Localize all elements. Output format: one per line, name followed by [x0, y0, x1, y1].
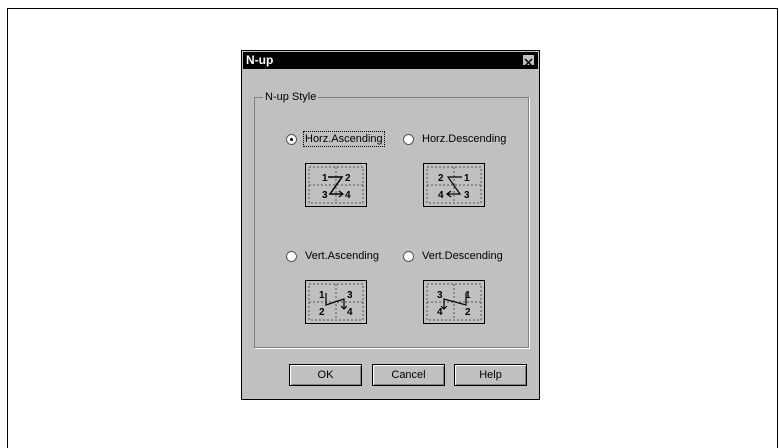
- vert-descending-radio[interactable]: [403, 250, 414, 262]
- vert-ascending-label: Vert.Ascending: [305, 250, 379, 262]
- close-button[interactable]: [522, 54, 535, 67]
- title-bar: N-up: [243, 52, 538, 69]
- nup-dialog: N-up N-up Style Horz.Ascending 1 2 3 4 H…: [241, 50, 540, 400]
- page-num: 1: [319, 290, 325, 301]
- ok-button[interactable]: OK: [289, 364, 362, 386]
- help-button[interactable]: Help: [454, 364, 527, 386]
- horz-descending-option[interactable]: Horz.Descending: [403, 131, 507, 147]
- page-num: 2: [465, 307, 471, 318]
- vert-descending-option[interactable]: Vert.Descending: [403, 248, 504, 264]
- horz-ascending-icon: 1 2 3 4: [305, 163, 367, 207]
- page-num: 4: [438, 190, 444, 201]
- page-num: 4: [345, 190, 351, 201]
- page-num: 4: [347, 307, 353, 318]
- vert-ascending-option[interactable]: Vert.Ascending: [286, 248, 380, 264]
- page-num: 2: [319, 307, 325, 318]
- page-num: 2: [345, 173, 351, 184]
- page-num: 1: [322, 173, 328, 184]
- close-icon: [524, 58, 533, 67]
- page-num: 3: [347, 290, 353, 301]
- vert-descending-icon: 3 1 4 2: [423, 280, 485, 324]
- horz-descending-icon: 2 1 4 3: [423, 163, 485, 207]
- page-num: 3: [464, 190, 470, 201]
- horz-ascending-label: Horz.Ascending: [303, 131, 385, 147]
- group-label: N-up Style: [263, 90, 319, 104]
- page-num: 1: [464, 173, 470, 184]
- horz-ascending-radio[interactable]: [286, 133, 297, 145]
- horz-ascending-option[interactable]: Horz.Ascending: [286, 131, 385, 147]
- vert-ascending-radio[interactable]: [286, 250, 297, 262]
- dialog-title: N-up: [246, 53, 274, 67]
- horz-descending-label: Horz.Descending: [422, 133, 507, 145]
- page-num: 3: [322, 190, 328, 201]
- vert-descending-label: Vert.Descending: [422, 250, 503, 262]
- page-num: 4: [437, 307, 443, 318]
- vert-ascending-icon: 1 3 2 4: [305, 280, 367, 324]
- horz-descending-radio[interactable]: [403, 133, 414, 145]
- page-num: 2: [438, 173, 444, 184]
- page-num: 3: [437, 290, 443, 301]
- cancel-button[interactable]: Cancel: [372, 364, 445, 386]
